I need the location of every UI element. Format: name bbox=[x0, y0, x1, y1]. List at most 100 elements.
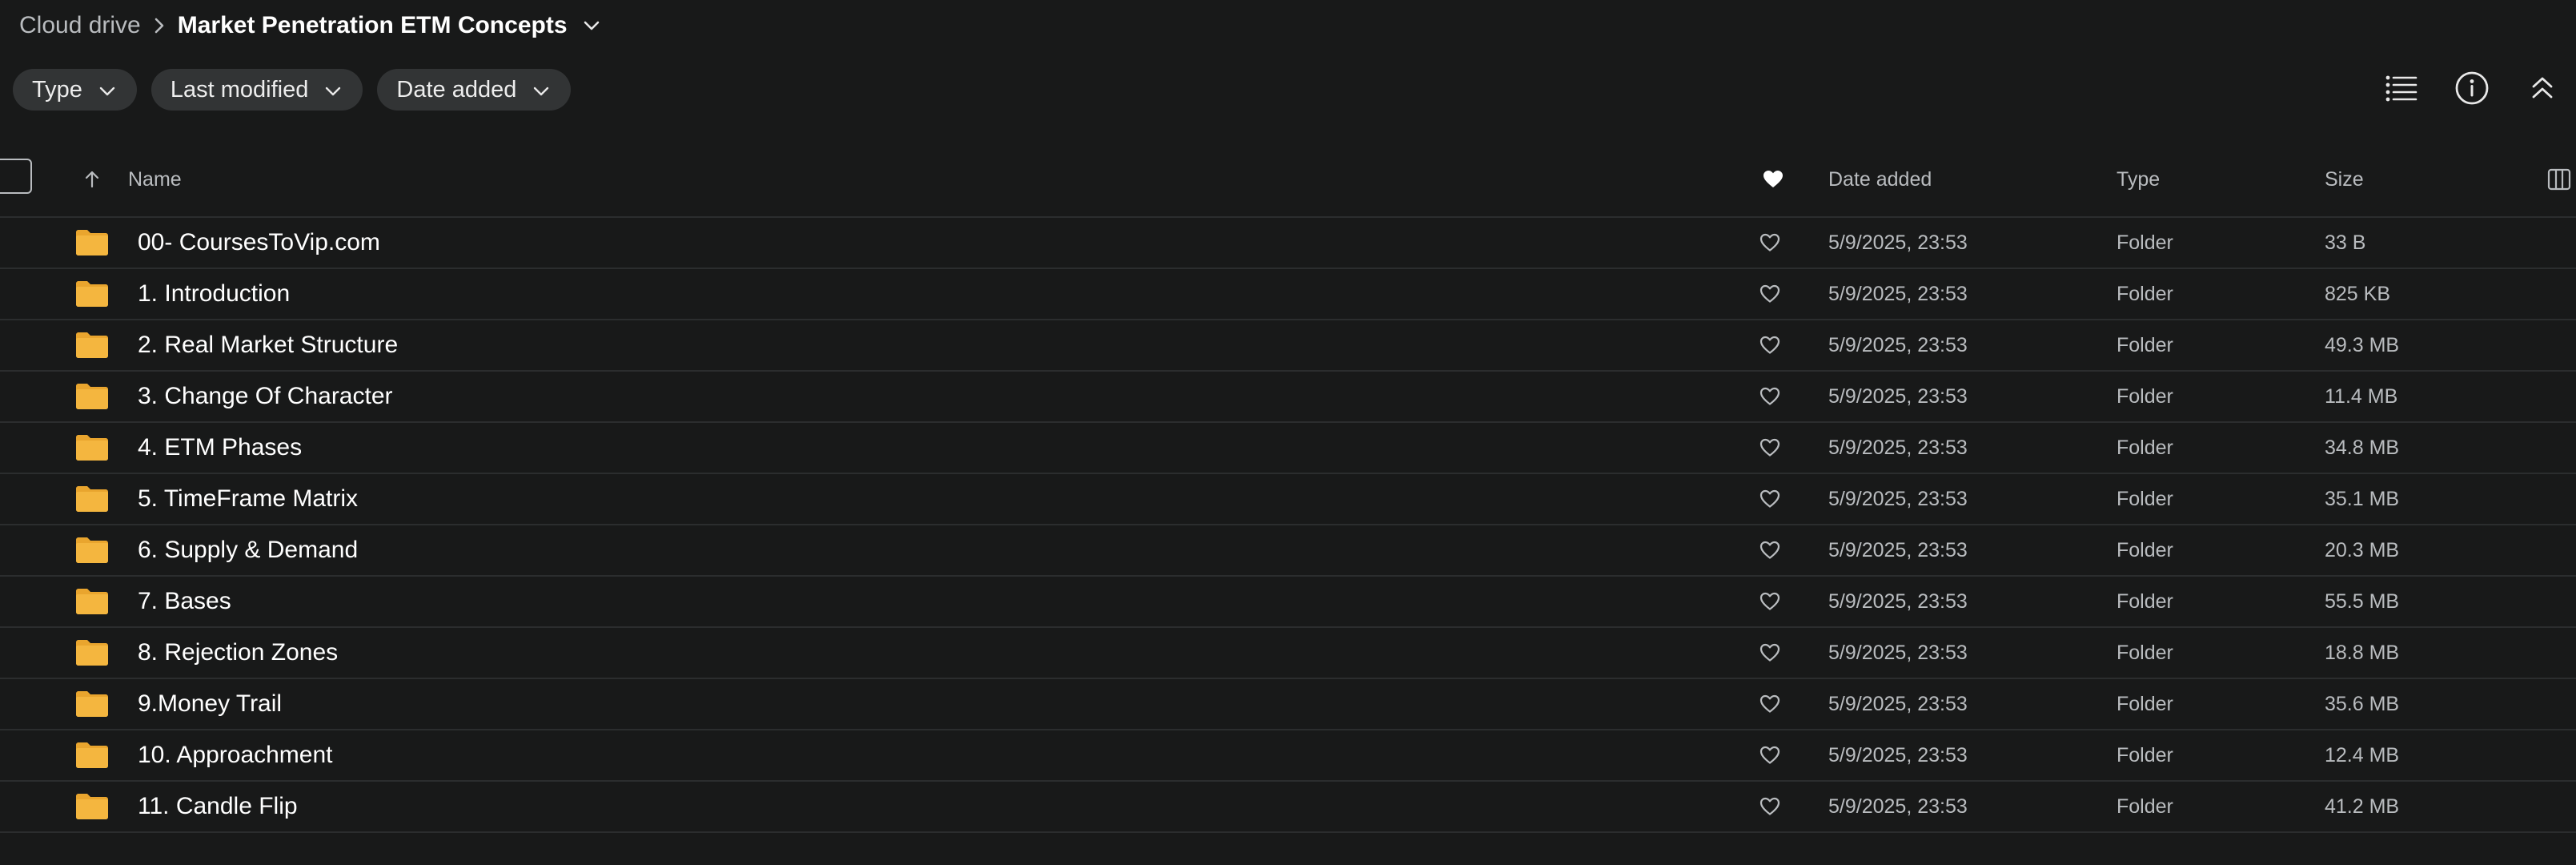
folder-icon bbox=[75, 730, 109, 780]
type-cell: Folder bbox=[2117, 589, 2173, 613]
breadcrumb: Cloud drive Market Penetration ETM Conce… bbox=[19, 0, 601, 51]
folder-icon bbox=[75, 782, 109, 831]
size-cell: 35.6 MB bbox=[2325, 692, 2400, 715]
size-cell: 18.8 MB bbox=[2325, 641, 2400, 664]
filter-type-label: Type bbox=[32, 76, 82, 103]
heart-outline-icon[interactable] bbox=[1759, 218, 1780, 268]
date-added-cell: 5/9/2025, 23:53 bbox=[1828, 333, 1968, 356]
table-row[interactable]: 5. TimeFrame Matrix 5/9/2025, 23:53 Fold… bbox=[0, 474, 2576, 525]
heart-outline-icon[interactable] bbox=[1759, 628, 1780, 678]
date-added-cell: 5/9/2025, 23:53 bbox=[1828, 436, 1968, 459]
table-row[interactable]: 9.Money Trail 5/9/2025, 23:53 Folder 35.… bbox=[0, 679, 2576, 730]
size-cell: 49.3 MB bbox=[2325, 333, 2400, 356]
file-name[interactable]: 1. Introduction bbox=[138, 269, 290, 319]
list-view-icon[interactable] bbox=[2381, 67, 2422, 109]
filter-date-added-label: Date added bbox=[396, 76, 517, 103]
heart-outline-icon[interactable] bbox=[1759, 269, 1780, 319]
file-name[interactable]: 10. Approachment bbox=[138, 730, 333, 780]
table-row[interactable]: 6. Supply & Demand 5/9/2025, 23:53 Folde… bbox=[0, 525, 2576, 577]
file-name[interactable]: 5. TimeFrame Matrix bbox=[138, 474, 358, 524]
file-name[interactable]: 9.Money Trail bbox=[138, 679, 282, 729]
filter-last-modified-label: Last modified bbox=[170, 76, 309, 103]
size-cell: 20.3 MB bbox=[2325, 538, 2400, 561]
heart-outline-icon[interactable] bbox=[1759, 474, 1780, 524]
filter-bar: Type Last modified Date added bbox=[13, 69, 572, 111]
file-list: 00- CoursesToVip.com 5/9/2025, 23:53 Fol… bbox=[0, 218, 2576, 833]
breadcrumb-root-link[interactable]: Cloud drive bbox=[19, 12, 141, 39]
table-row[interactable]: 7. Bases 5/9/2025, 23:53 Folder 55.5 MB bbox=[0, 577, 2576, 628]
table-row[interactable]: 3. Change Of Character 5/9/2025, 23:53 F… bbox=[0, 372, 2576, 423]
size-cell: 825 KB bbox=[2325, 282, 2391, 305]
heart-outline-icon[interactable] bbox=[1759, 730, 1780, 780]
heart-outline-icon[interactable] bbox=[1759, 525, 1780, 575]
type-cell: Folder bbox=[2117, 333, 2173, 356]
table-row[interactable]: 8. Rejection Zones 5/9/2025, 23:53 Folde… bbox=[0, 628, 2576, 679]
favourite-heart-icon[interactable] bbox=[1763, 141, 1784, 218]
size-cell: 34.8 MB bbox=[2325, 436, 2400, 459]
info-icon[interactable] bbox=[2451, 67, 2493, 109]
folder-icon bbox=[75, 577, 109, 626]
column-header-date-added[interactable]: Date added bbox=[1828, 141, 1932, 218]
file-name[interactable]: 8. Rejection Zones bbox=[138, 628, 338, 678]
file-name[interactable]: 2. Real Market Structure bbox=[138, 320, 398, 370]
date-added-cell: 5/9/2025, 23:53 bbox=[1828, 538, 1968, 561]
column-settings-icon[interactable] bbox=[2547, 141, 2571, 218]
folder-icon bbox=[75, 525, 109, 575]
folder-icon bbox=[75, 320, 109, 370]
folder-icon bbox=[75, 423, 109, 473]
file-name[interactable]: 00- CoursesToVip.com bbox=[138, 218, 380, 268]
select-all-checkbox[interactable] bbox=[0, 159, 32, 194]
date-added-cell: 5/9/2025, 23:53 bbox=[1828, 743, 1968, 766]
collapse-up-icon[interactable] bbox=[2522, 67, 2563, 109]
file-name[interactable]: 6. Supply & Demand bbox=[138, 525, 358, 575]
column-header-size[interactable]: Size bbox=[2325, 141, 2364, 218]
table-row[interactable]: 00- CoursesToVip.com 5/9/2025, 23:53 Fol… bbox=[0, 218, 2576, 269]
table-header: Name Date added Type Size bbox=[0, 141, 2576, 218]
type-cell: Folder bbox=[2117, 538, 2173, 561]
type-cell: Folder bbox=[2117, 743, 2173, 766]
chevron-down-icon[interactable] bbox=[582, 19, 601, 32]
folder-icon bbox=[75, 628, 109, 678]
type-cell: Folder bbox=[2117, 692, 2173, 715]
table-row[interactable]: 4. ETM Phases 5/9/2025, 23:53 Folder 34.… bbox=[0, 423, 2576, 474]
type-cell: Folder bbox=[2117, 641, 2173, 664]
filter-type-button[interactable]: Type bbox=[13, 69, 137, 111]
file-name[interactable]: 4. ETM Phases bbox=[138, 423, 302, 473]
sort-ascending-icon[interactable] bbox=[83, 141, 101, 218]
table-row[interactable]: 2. Real Market Structure 5/9/2025, 23:53… bbox=[0, 320, 2576, 372]
file-name[interactable]: 3. Change Of Character bbox=[138, 372, 393, 421]
chevron-right-icon bbox=[152, 17, 167, 34]
filter-last-modified-button[interactable]: Last modified bbox=[150, 69, 363, 111]
heart-outline-icon[interactable] bbox=[1759, 782, 1780, 831]
size-cell: 41.2 MB bbox=[2325, 795, 2400, 818]
size-cell: 12.4 MB bbox=[2325, 743, 2400, 766]
chevron-down-icon bbox=[532, 77, 550, 103]
table-row[interactable]: 11. Candle Flip 5/9/2025, 23:53 Folder 4… bbox=[0, 782, 2576, 833]
view-toolbar bbox=[2381, 67, 2563, 109]
heart-outline-icon[interactable] bbox=[1759, 423, 1780, 473]
heart-outline-icon[interactable] bbox=[1759, 679, 1780, 729]
heart-outline-icon[interactable] bbox=[1759, 320, 1780, 370]
date-added-cell: 5/9/2025, 23:53 bbox=[1828, 231, 1968, 254]
type-cell: Folder bbox=[2117, 282, 2173, 305]
type-cell: Folder bbox=[2117, 487, 2173, 510]
folder-icon bbox=[75, 218, 109, 268]
file-name[interactable]: 7. Bases bbox=[138, 577, 231, 626]
folder-icon bbox=[75, 474, 109, 524]
column-header-name[interactable]: Name bbox=[128, 141, 182, 218]
breadcrumb-current-folder: Market Penetration ETM Concepts bbox=[177, 12, 568, 38]
date-added-cell: 5/9/2025, 23:53 bbox=[1828, 692, 1968, 715]
type-cell: Folder bbox=[2117, 436, 2173, 459]
size-cell: 55.5 MB bbox=[2325, 589, 2400, 613]
table-row[interactable]: 1. Introduction 5/9/2025, 23:53 Folder 8… bbox=[0, 269, 2576, 320]
folder-icon bbox=[75, 372, 109, 421]
table-row[interactable]: 10. Approachment 5/9/2025, 23:53 Folder … bbox=[0, 730, 2576, 782]
filter-date-added-button[interactable]: Date added bbox=[377, 69, 572, 111]
folder-icon bbox=[75, 679, 109, 729]
heart-outline-icon[interactable] bbox=[1759, 372, 1780, 421]
date-added-cell: 5/9/2025, 23:53 bbox=[1828, 384, 1968, 408]
file-name[interactable]: 11. Candle Flip bbox=[138, 782, 298, 831]
heart-outline-icon[interactable] bbox=[1759, 577, 1780, 626]
date-added-cell: 5/9/2025, 23:53 bbox=[1828, 589, 1968, 613]
column-header-type[interactable]: Type bbox=[2117, 141, 2160, 218]
